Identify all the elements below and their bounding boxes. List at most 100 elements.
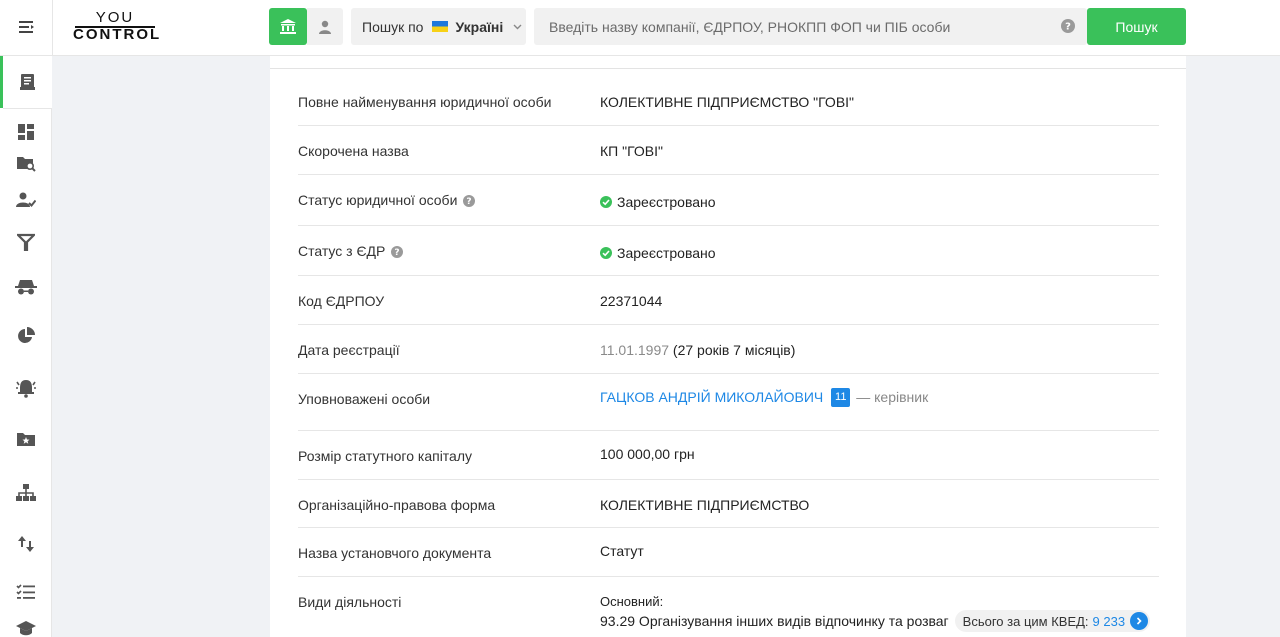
row-full-name: Повне найменування юридичної особи КОЛЕК… [298, 69, 1159, 126]
svg-text:?: ? [467, 197, 472, 207]
row-label: Організаційно-правова форма [298, 497, 496, 513]
founding-document-value: Статут [600, 543, 644, 559]
structure-icon [16, 484, 36, 501]
star-folder-icon [17, 433, 35, 446]
registration-age: (27 років 7 місяців) [672, 342, 796, 358]
logo[interactable]: YOU CONTROL [73, 9, 162, 44]
search-input[interactable] [534, 8, 1087, 45]
row-label: Статус з ЄДР? [298, 243, 404, 259]
person-role: — керівник [856, 389, 929, 406]
row-label: Види діяльності [298, 594, 402, 610]
company-search-toggle[interactable] [269, 8, 307, 45]
alarm-icon [16, 380, 36, 398]
legal-status-label: Статус юридичної особи [298, 192, 458, 208]
authorized-person: ГАЦКОВ АНДРІЙ МИКОЛАЙОВИЧ 11 — керівник [600, 388, 929, 408]
sidebar-item-analytics[interactable] [0, 316, 52, 356]
header-divider [52, 0, 53, 56]
sidebar [0, 56, 52, 637]
check-circle-icon [600, 196, 612, 208]
registration-date: 11.01.1997 [600, 342, 670, 358]
company-details-card: Повне найменування юридичної особи КОЛЕК… [270, 56, 1186, 637]
sidebar-item-checklist[interactable] [0, 572, 52, 612]
registration-date-value: 11.01.1997 (27 років 7 місяців) [600, 342, 795, 358]
transfer-icon [18, 536, 34, 552]
row-authorized-persons: Уповноважені особи ГАЦКОВ АНДРІЙ МИКОЛАЙ… [298, 374, 1159, 431]
row-legal-form: Організаційно-правова форма КОЛЕКТИВНЕ П… [298, 480, 1159, 528]
spy-icon [15, 280, 37, 295]
row-label: Скорочена назва [298, 143, 409, 159]
capital-value: 100 000,00 грн [600, 446, 695, 462]
legal-status-badge: Зареєстровано [600, 194, 716, 210]
graduation-cap-icon [16, 621, 36, 636]
edr-status-value: Зареєстровано [617, 245, 716, 261]
short-name-value: КП "ГОВІ" [600, 143, 663, 159]
person-icon [319, 20, 331, 34]
row-founding-document: Назва установчого документа Статут [298, 528, 1159, 577]
row-label: Повне найменування юридичної особи [298, 94, 552, 110]
sidebar-item-favorites[interactable] [0, 419, 52, 459]
logo-line1: YOU [95, 9, 135, 26]
sidebar-item-monitoring[interactable] [0, 368, 52, 408]
logo-underline [75, 26, 155, 28]
row-label: Розмір статутного капіталу [298, 448, 473, 464]
help-icon[interactable]: ? [391, 246, 404, 259]
row-legal-status: Статус юридичної особи? Зареєстровано [298, 175, 1159, 226]
chevron-right-icon [1130, 612, 1149, 630]
person-count-badge[interactable]: 11 [831, 388, 851, 407]
sidebar-item-filter[interactable] [0, 222, 52, 262]
person-search-toggle[interactable] [307, 8, 343, 45]
logo-line2: CONTROL [73, 26, 162, 43]
row-label: Уповноважені особи [298, 391, 431, 407]
sidebar-item-structure[interactable] [0, 473, 52, 513]
row-edr-status: Статус з ЄДР? Зареєстровано [298, 226, 1159, 276]
legal-status-value: Зареєстровано [617, 194, 716, 210]
check-circle-icon [600, 247, 612, 259]
dashboard-icon [18, 124, 34, 140]
row-label: Назва установчого документа [298, 545, 492, 561]
sidebar-item-education[interactable] [0, 608, 52, 637]
pie-chart-icon [18, 327, 35, 343]
region-select[interactable]: Пошук по Україні [351, 8, 526, 45]
help-icon[interactable]: ? [463, 195, 476, 208]
person-link[interactable]: ГАЦКОВ АНДРІЙ МИКОЛАЙОВИЧ [600, 389, 823, 405]
sidebar-item-spy[interactable] [0, 267, 52, 307]
svg-text:?: ? [1065, 22, 1071, 33]
row-edrpou: Код ЄДРПОУ 22371044 [298, 276, 1159, 325]
bank-icon [280, 19, 296, 34]
svg-text:?: ? [395, 248, 400, 258]
row-short-name: Скорочена назва КП "ГОВІ" [298, 126, 1159, 175]
filter-icon [17, 233, 35, 251]
row-capital: Розмір статутного капіталу 100 000,00 гр… [298, 431, 1159, 480]
person-check-icon [16, 192, 36, 207]
kved-total-label: Всього за цим КВЕД: [962, 613, 1089, 629]
top-header: YOU CONTROL Пошук по Україні ? Пошук [0, 0, 1280, 56]
legal-form-value: КОЛЕКТИВНЕ ПІДПРИЄМСТВО [600, 497, 810, 513]
row-label: Статус юридичної особи? [298, 192, 476, 208]
chevron-down-icon [513, 24, 522, 29]
sidebar-item-dossier[interactable] [0, 56, 52, 109]
row-activities: Види діяльності Основний: 93.29 Організу… [298, 577, 1159, 637]
edr-status-badge: Зареєстровано [600, 245, 716, 261]
search-button[interactable]: Пошук [1087, 8, 1186, 45]
checklist-icon [16, 584, 35, 599]
full-name-value: КОЛЕКТИВНЕ ПІДПРИЄМСТВО "ГОВІ" [600, 94, 855, 110]
edrpou-value: 22371044 [600, 293, 663, 309]
region-value: Україні [455, 18, 504, 35]
activity-main-value: 93.29 Організування інших видів відпочин… [600, 613, 949, 629]
document-icon [19, 74, 35, 90]
activity-main-label: Основний: [600, 594, 664, 609]
row-label: Дата реєстрації [298, 342, 400, 358]
kved-total-count: 9 233 [1092, 613, 1126, 629]
menu-icon[interactable] [14, 14, 40, 40]
folder-search-icon [17, 157, 36, 172]
edr-status-label: Статус з ЄДР [298, 243, 386, 259]
region-prefix: Пошук по [362, 18, 424, 35]
sidebar-item-transfers[interactable] [0, 524, 52, 564]
sidebar-item-person-check[interactable] [0, 180, 52, 220]
help-icon[interactable]: ? [1061, 19, 1075, 33]
activity-main: 93.29 Організування інших видів відпочин… [600, 610, 1151, 632]
sidebar-item-folder-search[interactable] [0, 143, 52, 183]
ukraine-flag-icon [432, 21, 449, 32]
row-registration-date: Дата реєстрації 11.01.1997 (27 років 7 м… [298, 325, 1159, 374]
kved-total-pill[interactable]: Всього за цим КВЕД: 9 233 [954, 610, 1151, 632]
